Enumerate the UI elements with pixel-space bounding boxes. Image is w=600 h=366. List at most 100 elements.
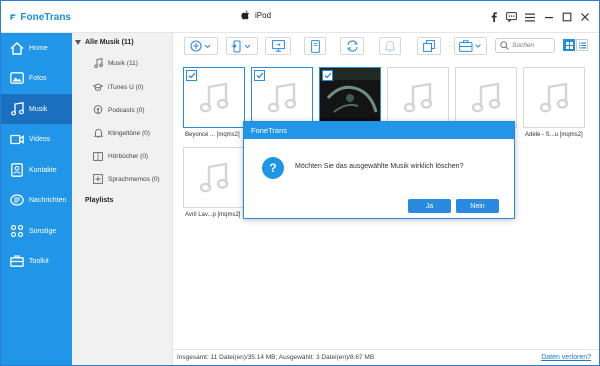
app-name: FoneTrans xyxy=(20,11,71,23)
voice-memo-icon xyxy=(93,174,103,184)
sidebar-item-label: Kontakte xyxy=(29,166,57,174)
no-button[interactable]: Nein xyxy=(456,199,499,213)
music-tile[interactable] xyxy=(319,67,381,128)
device-name: iPod xyxy=(255,10,272,20)
search-box[interactable] xyxy=(495,38,555,53)
sidebar-item-label: Nachrichten xyxy=(29,196,67,204)
sidebar-item-kontakte[interactable]: Kontakte xyxy=(1,155,72,185)
music-tile[interactable] xyxy=(455,67,517,128)
briefcase-icon xyxy=(458,40,481,52)
status-summary: Insgesamt: 11 Datei(en)/35.14 MB; Ausgew… xyxy=(177,354,375,361)
category-item-musik[interactable]: Musik (11) xyxy=(93,56,138,70)
dialog-title: FoneTrans xyxy=(244,122,514,139)
checkmark-icon xyxy=(256,72,263,79)
music-note-placeholder-icon xyxy=(403,82,433,112)
video-icon xyxy=(10,132,24,146)
music-note-placeholder-icon xyxy=(539,82,569,112)
music-tile[interactable] xyxy=(387,67,449,128)
tile-label: Beyoncé ... [mqms2] xyxy=(185,132,240,138)
contacts-icon xyxy=(10,163,24,177)
copy-icon xyxy=(423,40,435,52)
copy-button[interactable] xyxy=(417,37,441,55)
sidebar: Home Fotos Musik Videos Kontakte Nachric… xyxy=(1,33,72,365)
category-panel: Alle Musik (11) Musik (11) iTunes U (0) … xyxy=(72,33,173,365)
export-to-device-icon xyxy=(231,40,251,52)
music-note-icon xyxy=(93,58,103,68)
chat-feedback-icon[interactable] xyxy=(504,10,518,24)
category-item-podcasts[interactable]: Podcasts (0) xyxy=(93,103,145,117)
confirm-delete-dialog: FoneTrans ? Möchten Sie das ausgewählte … xyxy=(243,121,515,219)
music-tile[interactable] xyxy=(183,67,245,128)
title-bar: FoneTrans iPod xyxy=(1,1,599,33)
convert-button[interactable] xyxy=(340,37,364,55)
toolbox-button[interactable] xyxy=(454,37,487,55)
home-icon xyxy=(10,41,24,55)
other-icon xyxy=(10,224,24,238)
music-note-placeholder-icon xyxy=(199,162,229,192)
category-item-itunes-u[interactable]: iTunes U (0) xyxy=(93,80,144,94)
music-note-placeholder-icon xyxy=(267,82,297,112)
playlists-heading[interactable]: Playlists xyxy=(85,197,113,204)
add-button[interactable] xyxy=(184,37,218,55)
sidebar-item-home[interactable]: Home xyxy=(1,33,72,63)
all-music-heading[interactable]: Alle Musik (11) xyxy=(75,36,134,48)
music-tile[interactable] xyxy=(183,147,245,208)
checkbox-checked[interactable] xyxy=(186,70,197,81)
checkmark-icon xyxy=(188,72,195,79)
sidebar-item-nachrichten[interactable]: Nachrichten xyxy=(1,185,72,215)
music-icon xyxy=(10,102,24,116)
menu-icon[interactable] xyxy=(523,10,537,24)
ringtone-button[interactable] xyxy=(379,37,401,55)
status-bar: Insgesamt: 11 Datei(en)/35.14 MB; Ausgew… xyxy=(173,349,599,365)
sidebar-item-fotos[interactable]: Fotos xyxy=(1,63,72,93)
add-icon xyxy=(190,40,211,52)
music-tile[interactable] xyxy=(523,67,585,128)
music-tile[interactable] xyxy=(251,67,313,128)
sidebar-item-videos[interactable]: Videos xyxy=(1,124,72,154)
sidebar-item-label: Home xyxy=(29,44,48,52)
messages-icon xyxy=(10,193,24,207)
question-icon: ? xyxy=(262,157,284,179)
sidebar-item-sonstige[interactable]: Sonstige xyxy=(1,216,72,246)
list-view-icon xyxy=(578,42,586,48)
close-icon[interactable] xyxy=(578,10,592,24)
checkbox-checked[interactable] xyxy=(322,70,333,81)
category-item-sprachmemos[interactable]: Sprachmemos (0) xyxy=(93,172,160,186)
export-device-button[interactable] xyxy=(226,37,258,55)
sidebar-item-label: Musik xyxy=(29,105,48,113)
brand: FoneTrans xyxy=(9,7,71,27)
grid-view-button[interactable] xyxy=(563,39,575,51)
list-view-button[interactable] xyxy=(576,39,588,51)
sidebar-item-musik[interactable]: Musik xyxy=(1,94,72,124)
data-lost-link[interactable]: Daten verloren? xyxy=(541,354,591,361)
checkbox-checked[interactable] xyxy=(254,70,265,81)
device-sync-icon xyxy=(310,39,320,53)
bell-icon xyxy=(93,128,103,138)
app-window: FoneTrans iPod Home Fotos Musik Videos K… xyxy=(0,0,600,366)
podcast-icon xyxy=(93,105,103,115)
category-item-klingeltoene[interactable]: Klingeltöne (0) xyxy=(93,126,150,140)
export-pc-button[interactable] xyxy=(265,37,291,55)
itunes-sync-button[interactable] xyxy=(304,37,326,55)
computer-icon xyxy=(271,40,285,52)
dialog-message: Möchten Sie das ausgewählte Musik wirkli… xyxy=(295,163,464,170)
facebook-icon[interactable] xyxy=(487,10,501,24)
collapse-arrow-icon xyxy=(75,39,81,45)
yes-button[interactable]: Ja xyxy=(408,199,451,213)
grid-view-icon xyxy=(565,41,573,49)
sidebar-item-toolkit[interactable]: Toolkit xyxy=(1,246,72,276)
minimize-icon[interactable] xyxy=(542,10,556,24)
toolbar xyxy=(173,33,599,59)
bell-outline-icon xyxy=(385,40,395,52)
maximize-icon[interactable] xyxy=(560,10,574,24)
photos-icon xyxy=(10,71,24,85)
tile-label: Adele - S...u [mqms2] xyxy=(525,132,583,138)
sidebar-item-label: Sonstige xyxy=(29,227,57,235)
music-note-placeholder-icon xyxy=(199,82,229,112)
search-input[interactable] xyxy=(512,42,554,49)
refresh-icon xyxy=(346,40,358,52)
category-item-hoerbuecher[interactable]: Hörbücher (0) xyxy=(93,149,148,163)
apple-icon xyxy=(241,10,249,20)
sidebar-item-label: Toolkit xyxy=(29,257,49,265)
device-indicator[interactable]: iPod xyxy=(241,10,271,20)
